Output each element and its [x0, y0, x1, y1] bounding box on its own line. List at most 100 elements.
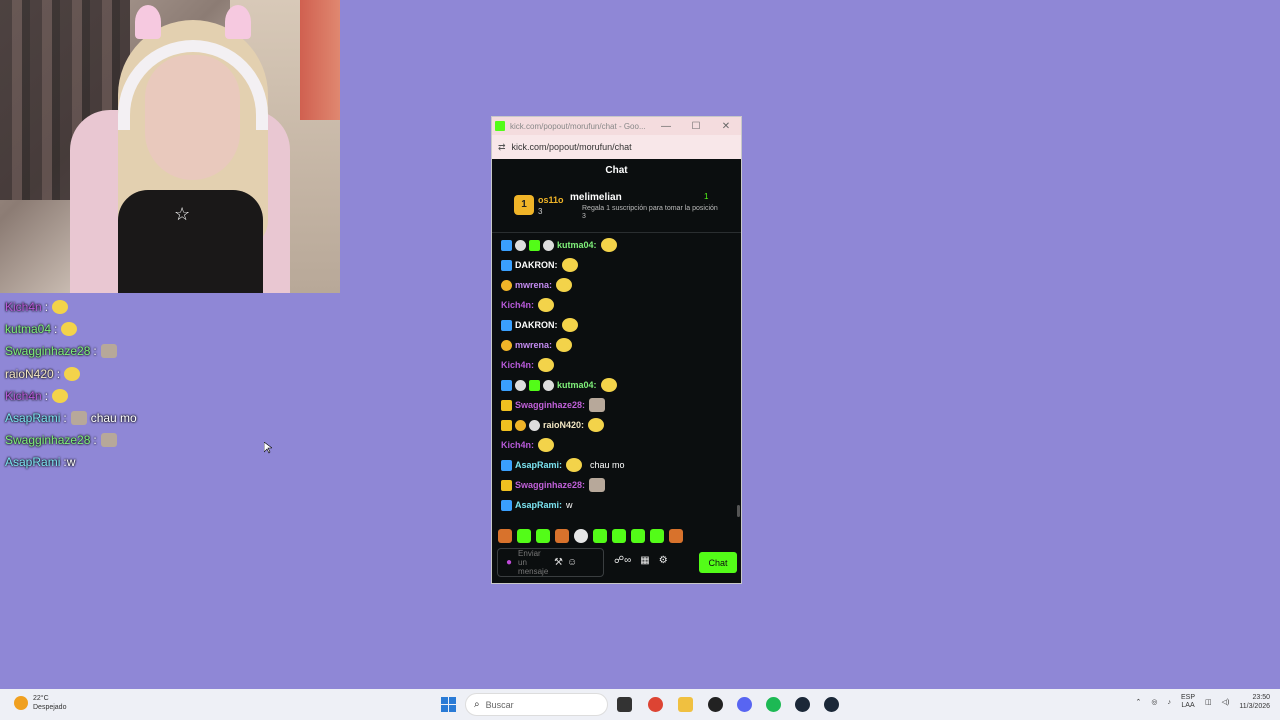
emote-icon[interactable] — [574, 529, 588, 543]
emote-icon[interactable] — [669, 529, 683, 543]
time: 23:50 — [1252, 694, 1270, 701]
lang-secondary: LAA — [1181, 702, 1195, 709]
chat-username[interactable]: mwrena: — [515, 340, 552, 350]
gifter-user[interactable]: melimelian — [570, 192, 622, 203]
chat-tools: ☍∞ ▦ ⚙ — [614, 555, 668, 566]
chat-username[interactable]: DAKRON: — [515, 260, 558, 270]
emote-icon[interactable] — [593, 529, 607, 543]
overlay-username: AsapRami — [5, 455, 61, 470]
chat-username[interactable]: AsapRami: — [515, 500, 562, 510]
discord-icon[interactable] — [737, 697, 752, 712]
search-icon: ⌕ — [474, 699, 480, 710]
store-icon[interactable]: ▦ — [640, 555, 649, 566]
emote-bar — [498, 529, 683, 543]
overlay-username: kutma04 — [5, 322, 52, 337]
emote-icon — [52, 300, 69, 315]
chrome-icon[interactable] — [648, 697, 663, 712]
mic-tray-icon[interactable]: ♪ — [1168, 699, 1172, 706]
badge-icon — [501, 499, 512, 511]
emote-icon[interactable] — [650, 529, 664, 543]
overlay-separator: : — [44, 388, 49, 403]
emote-icon[interactable] — [536, 529, 550, 543]
chat-message: mwrena: — [492, 275, 741, 295]
clock[interactable]: 23:50 11/3/2026 — [1239, 693, 1270, 711]
message-input[interactable]: ● Enviar un mensaje ⚒ ☺ — [497, 548, 604, 577]
chat-username[interactable]: AsapRami: — [515, 460, 562, 470]
chat-username[interactable]: Kich4n: — [501, 300, 534, 310]
send-chat-button[interactable]: Chat — [699, 552, 737, 573]
chat-popup-window: kick.com/popout/morufun/chat - Goo... — … — [491, 116, 742, 584]
network-icon[interactable]: ◎ — [1151, 698, 1157, 706]
chat-username[interactable]: Swagginhaze28: — [515, 400, 585, 410]
chat-username[interactable]: DAKRON: — [515, 320, 558, 330]
obs-icon[interactable] — [708, 697, 723, 712]
users-icon[interactable]: ☍∞ — [614, 555, 631, 566]
taskbar-search[interactable]: ⌕ Buscar — [465, 693, 608, 716]
badge-icon — [501, 239, 512, 251]
close-button[interactable]: ✕ — [711, 121, 741, 132]
emote-icon — [52, 388, 69, 403]
chat-message: Kich4n: — [492, 295, 741, 315]
minimize-button[interactable]: — — [651, 121, 681, 132]
top-user[interactable]: os11o — [538, 195, 564, 205]
emote-icon[interactable] — [517, 529, 531, 543]
url-text[interactable]: kick.com/popout/morufun/chat — [512, 142, 632, 152]
emote-icon[interactable] — [498, 529, 512, 543]
gifter-count: 1 — [704, 192, 709, 201]
webcam-feed: ☆ — [0, 0, 340, 293]
overlay-separator: : — [93, 433, 97, 448]
emote-icon — [61, 322, 78, 337]
site-settings-icon[interactable]: ⇄ — [498, 142, 506, 153]
gear-icon[interactable]: ⚙ — [659, 555, 668, 566]
chevron-up-icon[interactable]: ⌃ — [1136, 698, 1142, 706]
emote-icon[interactable] — [612, 529, 626, 543]
mouse-cursor-icon — [264, 442, 272, 454]
chat-username[interactable]: raioN420: — [543, 420, 584, 430]
tools-icon[interactable]: ⚒ — [554, 557, 563, 568]
emote-icon — [561, 318, 578, 332]
volume-icon[interactable]: ◁) — [1222, 698, 1230, 706]
chat-username[interactable]: Kich4n: — [501, 360, 534, 370]
chat-message-text: w — [566, 500, 573, 510]
emote-icon — [70, 411, 87, 426]
badge-icon — [515, 379, 526, 391]
steam-icon[interactable] — [795, 697, 810, 712]
start-button[interactable] — [441, 697, 456, 712]
file-icon[interactable] — [617, 697, 632, 712]
language-indicator[interactable]: ESP LAA — [1181, 694, 1195, 710]
emote-icon[interactable] — [631, 529, 645, 543]
leaderboard-banner: 1 os11o 3 melimelian 1 Regala 1 suscripc… — [492, 183, 741, 233]
window-title: kick.com/popout/morufun/chat - Goo... — [510, 121, 646, 131]
chat-username[interactable]: kutma04: — [557, 240, 597, 250]
folder-icon[interactable] — [678, 697, 693, 712]
badge-icon — [501, 479, 512, 491]
chat-message: kutma04: — [492, 235, 741, 255]
spotify-icon[interactable] — [766, 697, 781, 712]
emote-icon — [100, 344, 117, 359]
emote-icon — [589, 478, 606, 492]
search-placeholder[interactable]: Buscar — [486, 700, 514, 710]
steam-icon[interactable] — [824, 697, 839, 712]
badge-icon — [501, 419, 512, 431]
overlay-message-text: w — [66, 455, 76, 470]
chat-username[interactable]: mwrena: — [515, 280, 552, 290]
wifi-icon[interactable]: ◫ — [1205, 698, 1212, 706]
message-placeholder[interactable]: Enviar un mensaje — [518, 549, 550, 576]
badge-icon — [501, 459, 512, 471]
gift-prompt[interactable]: Regala 1 suscripción para tomar la posic… — [582, 205, 722, 221]
emoji-icon[interactable]: ☺ — [567, 557, 577, 568]
mic-icon[interactable]: ● — [506, 557, 512, 568]
chat-message: Kich4n: — [492, 355, 741, 375]
chat-username[interactable]: Kich4n: — [501, 440, 534, 450]
chat-username[interactable]: kutma04: — [557, 380, 597, 390]
emote-icon[interactable] — [555, 529, 569, 543]
overlay-separator: : — [44, 300, 49, 315]
emote-icon — [600, 238, 617, 252]
maximize-button[interactable]: ☐ — [681, 121, 711, 132]
chat-scrollbar[interactable] — [737, 505, 740, 517]
emote-icon — [589, 398, 606, 412]
address-bar[interactable]: ⇄ kick.com/popout/morufun/chat — [492, 135, 741, 159]
date: 11/3/2026 — [1239, 703, 1270, 710]
weather-widget[interactable]: 22°C Despejado — [14, 694, 66, 712]
chat-username[interactable]: Swagginhaze28: — [515, 480, 585, 490]
